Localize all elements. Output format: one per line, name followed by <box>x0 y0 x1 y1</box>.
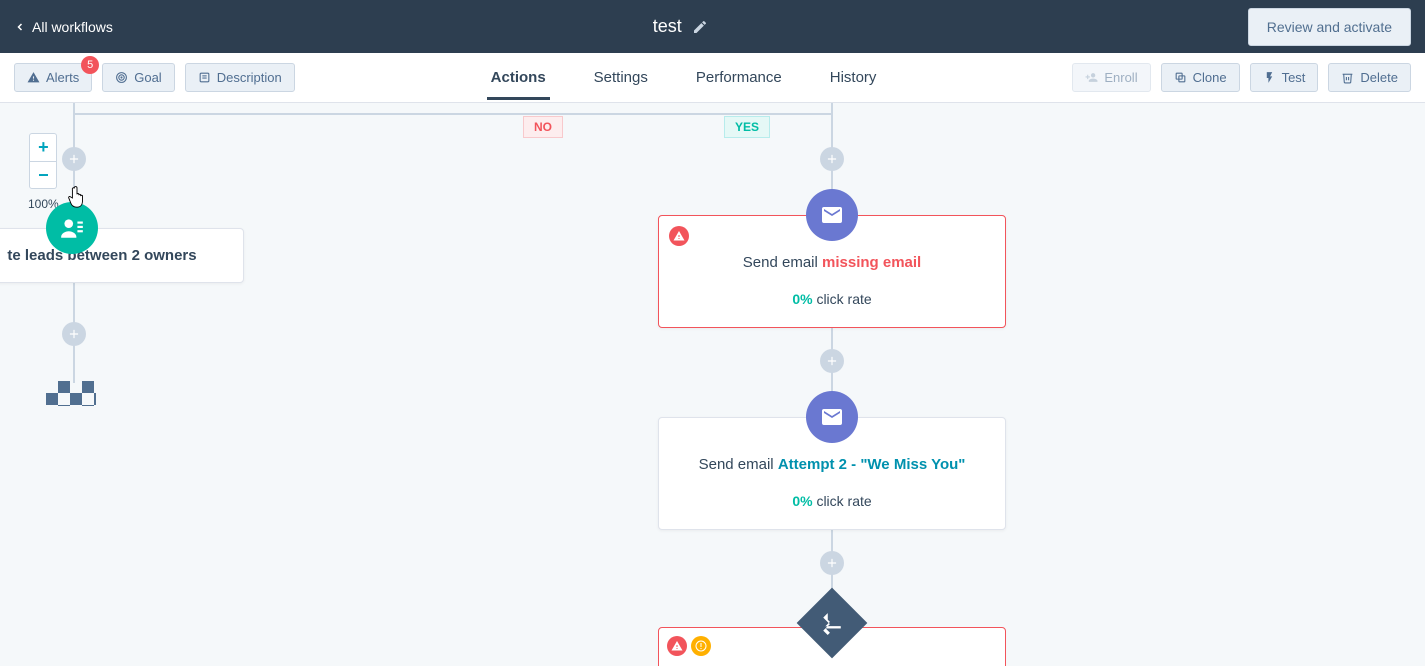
add-action-button[interactable] <box>62 147 86 171</box>
description-button[interactable]: Description <box>185 63 295 92</box>
trash-icon <box>1341 71 1354 84</box>
alerts-label: Alerts <box>46 70 79 85</box>
all-workflows-label: All workflows <box>32 19 113 35</box>
tab-performance[interactable]: Performance <box>692 55 786 100</box>
review-activate-button[interactable]: Review and activate <box>1248 8 1411 46</box>
error-badge-icon <box>667 636 687 656</box>
add-action-button[interactable] <box>820 147 844 171</box>
delete-button[interactable]: Delete <box>1328 63 1411 92</box>
workflow-canvas[interactable]: + − 100% NO te leads between 2 owners YE… <box>0 103 1425 666</box>
enroll-button[interactable]: Enroll <box>1072 63 1150 92</box>
description-label: Description <box>217 70 282 85</box>
enroll-icon <box>1085 71 1098 84</box>
add-action-button[interactable] <box>820 349 844 373</box>
decision-yes-label: YES <box>724 116 770 138</box>
connector-line <box>73 113 663 115</box>
contact-icon <box>46 202 98 254</box>
goal-label: Goal <box>134 70 161 85</box>
edit-title-icon[interactable] <box>692 19 708 35</box>
delete-label: Delete <box>1360 70 1398 85</box>
zoom-out-button[interactable]: − <box>29 161 57 189</box>
goal-button[interactable]: Goal <box>102 63 174 92</box>
enroll-label: Enroll <box>1104 70 1137 85</box>
card-title: Send email missing email <box>675 254 989 271</box>
decision-no-label: NO <box>523 116 563 138</box>
send-email-card-error[interactable]: Send email missing email 0% click rate <box>658 215 1006 328</box>
zoom-in-button[interactable]: + <box>29 133 57 161</box>
clone-button[interactable]: Clone <box>1161 63 1240 92</box>
test-label: Test <box>1282 70 1306 85</box>
bolt-icon <box>1263 71 1276 84</box>
rotate-leads-text: te leads between 2 owners <box>0 247 227 264</box>
alerts-count-badge: 5 <box>81 56 99 74</box>
connector-line <box>663 113 833 115</box>
add-action-button[interactable] <box>820 551 844 575</box>
alert-icon <box>27 71 40 84</box>
rotate-leads-card[interactable]: te leads between 2 owners <box>0 228 244 283</box>
branch-end-marker <box>46 381 96 406</box>
target-icon <box>115 71 128 84</box>
connector-line <box>831 103 833 666</box>
description-icon <box>198 71 211 84</box>
email-icon <box>806 189 858 241</box>
clone-label: Clone <box>1193 70 1227 85</box>
tab-history[interactable]: History <box>826 55 881 100</box>
warning-badge-icon <box>691 636 711 656</box>
card-stat: 0% click rate <box>675 291 989 307</box>
alerts-button[interactable]: Alerts 5 <box>14 63 92 92</box>
test-button[interactable]: Test <box>1250 63 1319 92</box>
card-stat: 0% click rate <box>675 493 989 509</box>
error-badge-icon <box>669 226 689 246</box>
workflow-title: test <box>653 16 682 37</box>
chevron-left-icon <box>14 21 26 33</box>
add-action-button[interactable] <box>62 322 86 346</box>
send-email-card[interactable]: Send email Attempt 2 - "We Miss You" 0% … <box>658 417 1006 530</box>
email-icon <box>806 391 858 443</box>
card-title: Send email Attempt 2 - "We Miss You" <box>675 456 989 473</box>
tab-actions[interactable]: Actions <box>487 55 550 100</box>
all-workflows-link[interactable]: All workflows <box>14 19 113 35</box>
clone-icon <box>1174 71 1187 84</box>
tab-settings[interactable]: Settings <box>590 55 652 100</box>
